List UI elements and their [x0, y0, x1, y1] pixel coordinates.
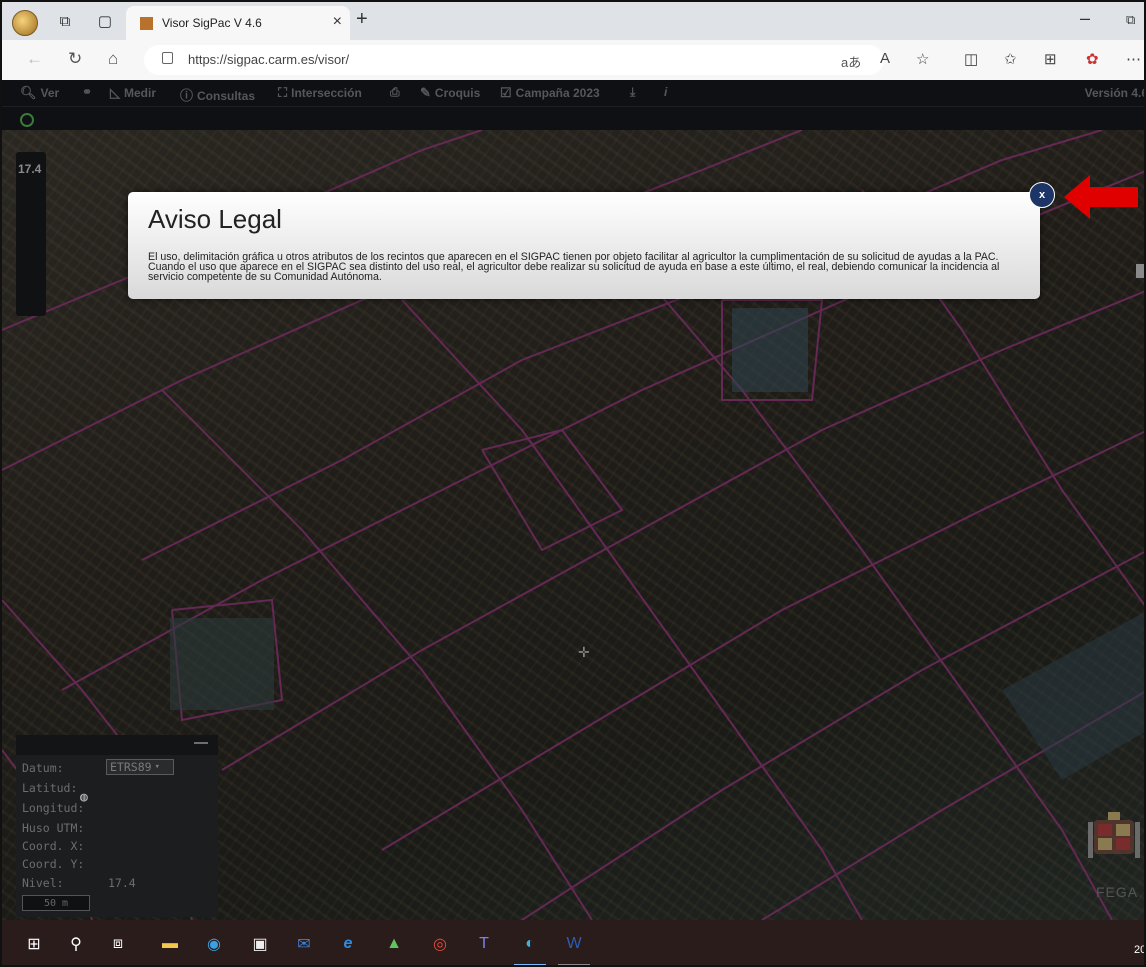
download-icon[interactable]: ⤓ — [630, 85, 635, 100]
url-text[interactable]: https://sigpac.carm.es/visor/ — [188, 52, 349, 67]
chevron-down-icon: ▾ — [154, 762, 160, 772]
split-screen-icon[interactable]: ◫ — [964, 50, 978, 68]
new-tab-button[interactable]: + — [356, 8, 368, 31]
edge-dev-icon[interactable]: ◉ — [202, 932, 226, 956]
browser-window: ⧉ ▢ Visor SigPac V 4.6 × + – ⧉ ← ↻ ⌂ htt… — [0, 0, 1146, 967]
ver-button[interactable]: 🔍︎ Ver — [20, 85, 59, 101]
croquis-button[interactable]: ✎ Croquis — [420, 85, 480, 101]
nivel-value: 17.4 — [108, 876, 136, 890]
teams-icon[interactable]: T — [472, 932, 496, 956]
pencil-icon: ✎ — [420, 85, 431, 100]
navigation-bar: ← ↻ ⌂ https://sigpac.carm.es/visor/ aあ A… — [2, 40, 1144, 81]
windows-taskbar: ⊞ ⚲ ⧈ ▬ ◉ ▣ ✉ e ▲ ◎ T ◐ W 20 — [2, 920, 1144, 965]
address-bar[interactable]: https://sigpac.carm.es/visor/ aあ — [144, 45, 884, 75]
info-circle-icon: ⓘ — [180, 88, 194, 103]
zoom-level: 17.4 — [18, 162, 42, 176]
legal-notice-dialog: Aviso Legal El uso, delimitación gráfica… — [128, 192, 1040, 299]
dialog-title: Aviso Legal — [148, 204, 282, 234]
favorites-icon[interactable]: ✩ — [1004, 50, 1017, 68]
dialog-close-button[interactable]: x — [1029, 182, 1055, 208]
scale-bar: 50 m — [22, 895, 90, 911]
refresh-icon[interactable]: ↻ — [68, 49, 82, 69]
consultas-button[interactable]: ⓘ Consultas — [180, 85, 255, 104]
browser-tab[interactable]: Visor SigPac V 4.6 × — [126, 6, 350, 40]
longitud-label: Longitud: — [22, 801, 85, 815]
medir-button[interactable]: ◺ Medir — [110, 85, 156, 101]
read-mode-icon[interactable]: A — [880, 50, 890, 67]
fega-logo: FEGA — [1096, 884, 1139, 900]
coord-x-label: Coord. X: — [22, 839, 85, 853]
read-aloud-icon[interactable]: aあ — [841, 52, 861, 71]
tab-title: Visor SigPac V 4.6 — [162, 16, 262, 30]
calendar-check-icon: ☑ — [500, 85, 512, 100]
collapse-panel-button[interactable] — [194, 742, 208, 744]
word-icon[interactable]: W — [562, 932, 586, 956]
campana-button[interactable]: ☑ Campaña 2023 — [500, 85, 600, 101]
store-icon[interactable]: ▣ — [248, 932, 272, 956]
print-icon[interactable]: ⎙ — [390, 85, 400, 100]
spain-coat-of-arms-logo — [1088, 812, 1140, 858]
coord-y-label: Coord. Y: — [22, 857, 85, 871]
file-explorer-icon[interactable]: ▬ — [158, 932, 182, 956]
lock-icon — [162, 52, 173, 64]
back-icon[interactable]: ← — [26, 49, 43, 69]
zoom-control[interactable] — [16, 152, 46, 316]
ruler-icon: ◺ — [110, 85, 120, 100]
interseccion-button[interactable]: ⛶ Intersección — [278, 85, 362, 101]
gps-status-icon[interactable] — [20, 113, 34, 127]
chrome-icon[interactable]: ◎ — [428, 932, 452, 956]
coordinates-panel-header — [16, 735, 218, 755]
tab-bar: ⧉ ▢ Visor SigPac V 4.6 × + – ⧉ — [2, 2, 1144, 40]
favicon-icon — [140, 17, 153, 30]
huso-utm-label: Huso UTM: — [22, 821, 85, 835]
red-arrow-annotation — [1064, 175, 1138, 219]
app-toolbar: 🔍︎ Ver ⚭ ◺ Medir ⓘ Consultas ⛶ Intersección … — [2, 80, 1146, 106]
layers-menu-icon[interactable] — [1136, 264, 1144, 278]
windows-start-icon[interactable]: ⊞ — [22, 932, 46, 956]
internet-explorer-icon[interactable]: e — [336, 932, 360, 956]
status-strip — [2, 106, 1144, 131]
datum-label: Datum: — [22, 761, 64, 775]
latitud-label: Latitud: — [22, 781, 78, 795]
datum-select[interactable]: ETRS89 ▾ — [106, 759, 174, 775]
nivel-label: Nivel: — [22, 876, 64, 890]
coordinates-panel: Datum: ETRS89 ▾ Latitud: ◍ Longitud: Huso… — [16, 735, 218, 917]
workspaces-icon[interactable]: ⧉ — [54, 10, 76, 32]
restore-button[interactable]: ⧉ — [1126, 12, 1135, 28]
edge-icon[interactable]: ◐ — [518, 932, 542, 956]
binoculars-icon[interactable]: ⚭ — [82, 85, 92, 99]
dialog-body: El uso, delimitación gráfica u otros atr… — [148, 251, 1000, 283]
intersection-icon: ⛶ — [278, 85, 288, 100]
app-icon[interactable]: ▲ — [382, 932, 406, 956]
home-icon[interactable]: ⌂ — [108, 49, 118, 69]
mail-icon[interactable]: ✉ — [292, 932, 316, 956]
extensions-icon[interactable]: ✿ — [1086, 50, 1099, 68]
info-button[interactable]: i — [664, 85, 667, 99]
taskbar-clock[interactable]: 20 — [1134, 944, 1144, 956]
search-icon: 🔍︎ — [20, 85, 37, 100]
task-view-icon[interactable]: ⧈ — [106, 932, 130, 956]
tab-close-button[interactable]: × — [333, 13, 342, 31]
profile-avatar[interactable] — [12, 10, 38, 36]
taskbar-search-icon[interactable]: ⚲ — [64, 932, 88, 956]
more-icon[interactable]: ⋯ — [1126, 50, 1141, 68]
tab-actions-icon[interactable]: ▢ — [94, 10, 116, 32]
favorite-star-icon[interactable]: ☆ — [916, 50, 929, 68]
minimize-button[interactable]: – — [1080, 8, 1090, 29]
collections-icon[interactable]: ⊞ — [1044, 50, 1057, 68]
version-label: Versión 4.6 — [1084, 86, 1146, 100]
crosshair-icon: ✛ — [578, 644, 590, 660]
